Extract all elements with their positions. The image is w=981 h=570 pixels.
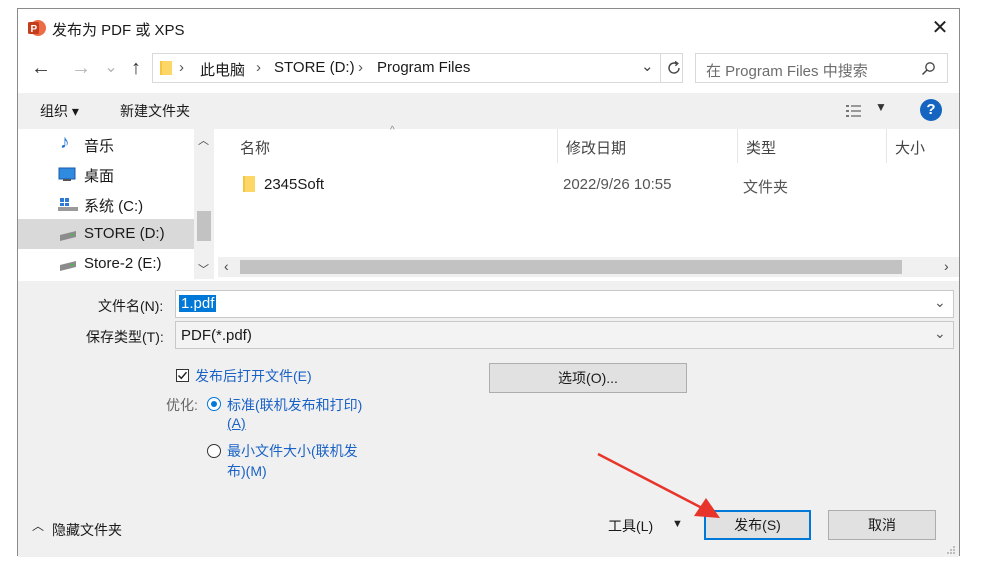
sidebar-item-desktop[interactable]: 桌面 [28,159,204,189]
sidebar-item-store-d[interactable]: STORE (D:) [18,219,194,249]
search-icon[interactable] [921,61,936,76]
address-bar[interactable]: › 此电脑 › STORE (D:) › Program Files ⌄ [152,53,683,83]
refresh-icon [668,60,680,74]
file-list-scrollbar[interactable]: ‹ › [218,257,959,277]
optimize-label: 优化: [166,397,198,413]
save-options-panel: 文件名(N): 1.pdf ⌄ 保存类型(T): PDF(*.pdf) ⌄ 发布… [18,281,959,557]
filetype-label: 保存类型(T): [86,329,164,345]
back-button[interactable]: ← [28,55,54,81]
column-header-name[interactable]: 名称 [240,137,270,158]
breadcrumb-separator: › [179,59,184,76]
checkmark-icon [177,371,188,380]
scroll-up-icon[interactable]: ︿ [198,132,209,148]
search-input[interactable]: 在 Program Files 中搜索 [706,60,868,81]
title-bar: P 发布为 PDF 或 XPS ✕ [18,9,959,47]
drive-icon [60,261,76,271]
column-divider[interactable] [557,129,558,163]
chevron-up-icon[interactable]: ︿ [32,517,44,534]
organize-button[interactable]: 组织 ▾ [40,101,79,121]
radio-minimum-label-line2[interactable]: 布)(M) [227,461,267,481]
radio-standard-label-line1[interactable]: 标准(联机发布和打印) [227,395,362,415]
sidebar-item-music[interactable]: ♪ 音乐 [28,129,204,159]
powerpoint-icon: P [28,20,46,36]
filename-label: 文件名(N): [98,298,164,314]
address-dropdown-icon[interactable]: ⌄ [641,57,654,75]
resize-grip-icon[interactable] [946,545,956,555]
folder-icon [160,61,172,75]
sidebar-item-store-2-e[interactable]: Store-2 (E:) [28,249,204,279]
search-box[interactable]: 在 Program Files 中搜索 [695,53,948,83]
forward-button[interactable]: → [68,55,94,81]
scroll-down-icon[interactable]: ﹀ [198,261,209,277]
column-header-modified[interactable]: 修改日期 [566,137,626,158]
radio-minimum-label-line1[interactable]: 最小文件大小(联机发 [227,441,358,461]
music-icon: ♪ [60,132,70,153]
recent-locations-button[interactable]: ⌄ [98,55,124,81]
annotation-arrow [597,452,720,518]
file-type: 文件夹 [743,179,789,196]
chevron-down-icon[interactable]: ⌄ [934,325,946,342]
drive-icon [60,231,76,241]
filetype-value: PDF(*.pdf) [181,327,252,344]
filetype-select[interactable]: PDF(*.pdf) ⌄ [175,321,954,349]
system-drive-icon [58,198,78,211]
radio-standard-label-line2[interactable]: (A) [227,415,246,431]
breadcrumb-separator: › [358,59,363,76]
radio-standard[interactable] [207,397,221,411]
sidebar-item-label: Store-2 (E:) [84,255,162,272]
scroll-right-icon[interactable]: › [944,258,949,274]
view-options-icon[interactable] [845,103,863,119]
options-button[interactable]: 选项(O)... [489,363,687,393]
desktop-icon [58,167,76,181]
command-bar: 组织 ▾ 新建文件夹 ▼ ? [18,93,959,129]
view-dropdown-icon[interactable]: ▼ [875,100,887,114]
radio-minimum-size[interactable] [207,444,221,458]
file-name: 2345Soft [264,176,325,193]
refresh-button[interactable] [660,53,687,83]
up-button[interactable]: ↑ [123,55,149,81]
svg-text:P: P [31,24,38,35]
scrollbar-thumb[interactable] [240,260,902,274]
sort-indicator-icon: ^ [390,125,395,136]
help-icon[interactable]: ? [920,99,942,121]
filename-field[interactable]: 1.pdf ⌄ [175,290,954,318]
file-modified: 2022/9/26 10:55 [563,176,672,193]
breadcrumb-store-d[interactable]: STORE (D:) [274,59,355,76]
breadcrumb-program-files[interactable]: Program Files [377,59,470,76]
navigation-scrollbar[interactable]: ︿ ﹀ [194,129,214,279]
publish-dialog: P 发布为 PDF 或 XPS ✕ ← → ⌄ ↑ › 此电脑 › STORE … [17,8,960,557]
column-header-size[interactable]: 大小 [895,137,925,158]
navigation-pane: ♪ 音乐 桌面 系统 (C:) STORE (D:) Store-2 (E:) [18,129,214,279]
new-folder-button[interactable]: 新建文件夹 [120,101,190,121]
breadcrumb-separator: › [256,59,261,76]
column-divider[interactable] [737,129,738,163]
scroll-left-icon[interactable]: ‹ [224,258,229,274]
file-row[interactable]: 2345Soft 2022/9/26 10:55 文件夹 [236,171,936,199]
cancel-button[interactable]: 取消 [828,510,936,540]
hide-folders-button[interactable]: 隐藏文件夹 [52,520,122,540]
sidebar-item-label: 音乐 [84,138,115,155]
sidebar-item-label: STORE (D:) [84,225,165,242]
chevron-down-icon[interactable]: ⌄ [934,294,946,311]
folder-icon [243,176,255,192]
open-after-publish-label[interactable]: 发布后打开文件(E) [195,366,312,386]
sidebar-item-system-c[interactable]: 系统 (C:) [28,189,204,219]
window-title: 发布为 PDF 或 XPS [52,22,185,39]
column-header-type[interactable]: 类型 [746,137,776,158]
close-button[interactable]: ✕ [930,18,950,38]
sidebar-item-label: 系统 (C:) [84,198,144,215]
column-divider[interactable] [886,129,887,163]
scrollbar-thumb[interactable] [197,211,211,241]
filename-input: 1.pdf [179,295,217,312]
sidebar-item-label: 桌面 [84,168,115,185]
open-after-publish-checkbox[interactable] [176,369,189,382]
breadcrumb-this-pc[interactable]: 此电脑 [200,59,245,80]
